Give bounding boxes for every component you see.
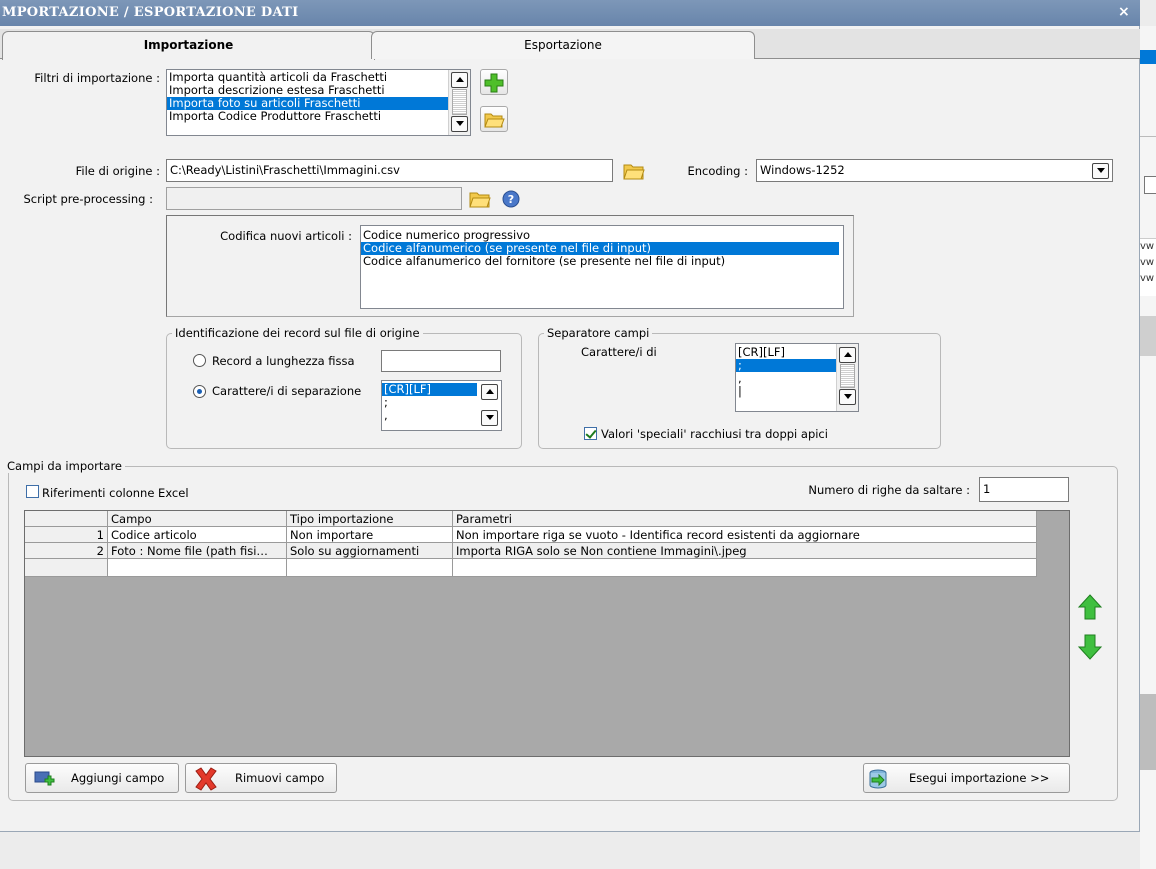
folder-icon — [484, 113, 505, 128]
arrow-up-icon — [1077, 594, 1103, 620]
row-number: 2 — [25, 543, 108, 559]
excel-columns-checkbox[interactable] — [26, 485, 39, 498]
add-filter-button[interactable] — [480, 69, 508, 95]
tab-strip: Importazione Esportazione — [0, 29, 1140, 60]
encoding-value: Windows-1252 — [760, 163, 845, 177]
record-id-legend: Identificazione dei record sul file di o… — [172, 326, 423, 340]
coding-item[interactable]: Codice alfanumerico del fornitore (se pr… — [361, 255, 843, 268]
separator-item-selected[interactable]: [CR][LF] — [382, 383, 477, 396]
row-number — [25, 559, 108, 577]
title-bar: MPORTAZIONE / ESPORTAZIONE DATI × — [0, 0, 1140, 26]
grid-cell-campo[interactable]: Codice articolo — [108, 527, 287, 543]
tab-esportazione[interactable]: Esportazione — [371, 31, 755, 59]
source-file-label: File di origine : — [75, 164, 160, 178]
separator-radio[interactable] — [193, 385, 206, 398]
filters-label: Filtri di importazione : — [34, 71, 160, 85]
filters-scrollbar[interactable] — [448, 70, 470, 135]
row-number: 1 — [25, 527, 108, 543]
field-separator-legend: Separatore campi — [544, 326, 653, 340]
import-icon — [869, 769, 887, 789]
fixed-length-radio[interactable] — [193, 354, 206, 367]
add-field-icon — [34, 771, 55, 786]
fixed-length-label: Record a lunghezza fissa — [212, 354, 355, 368]
coding-panel: Codifica nuovi articoli : Codice numeric… — [166, 215, 854, 317]
browse-script-button[interactable] — [467, 186, 493, 211]
scroll-down-icon[interactable] — [451, 116, 468, 132]
field-sep-item[interactable]: | — [736, 385, 836, 398]
record-separator-list[interactable]: [CR][LF] ; , — [381, 380, 502, 431]
separator-item[interactable]: , — [382, 409, 477, 422]
svg-text:?: ? — [508, 193, 514, 206]
fields-legend: Campi da importare — [3, 459, 125, 473]
quotes-checkbox[interactable] — [584, 427, 597, 440]
record-separator-scrollbar[interactable] — [479, 381, 501, 430]
field-sep-item-selected[interactable]: ; — [736, 359, 836, 372]
grid-cell-tipo[interactable]: Non importare — [287, 527, 453, 543]
coding-label: Codifica nuovi articoli : — [220, 229, 352, 243]
remove-field-label: Rimuovi campo — [235, 771, 325, 785]
script-label: Script pre-processing : — [23, 192, 153, 206]
skip-rows-label: Numero di righe da saltare : — [808, 483, 970, 497]
scroll-down-icon[interactable] — [481, 410, 498, 426]
plus-icon — [484, 73, 504, 93]
fields-grid[interactable]: Campo Tipo importazione Parametri 1 Codi… — [24, 510, 1070, 757]
source-file-input[interactable]: C:\Ready\Listini\Fraschetti\Immagini.csv — [166, 159, 613, 182]
filter-item[interactable]: Importa Codice Produttore Fraschetti — [167, 110, 448, 123]
grid-cell-tipo[interactable]: Solo su aggiornamenti — [287, 543, 453, 559]
separator-label: Carattere/i di separazione — [212, 384, 362, 398]
window-title: MPORTAZIONE / ESPORTAZIONE DATI — [2, 5, 299, 20]
field-separator-label: Carattere/i di — [581, 345, 657, 359]
grid-cell-parametri[interactable]: Non importare riga se vuoto - Identifica… — [453, 527, 1037, 543]
quotes-label: Valori 'speciali' racchiusi tra doppi ap… — [601, 427, 828, 441]
field-separator-list[interactable]: [CR][LF] ; , | — [735, 343, 859, 412]
scroll-down-icon[interactable] — [839, 389, 856, 405]
background-selection — [1140, 50, 1156, 64]
grid-cell-empty[interactable] — [108, 559, 287, 577]
column-header-parametri[interactable]: Parametri — [453, 511, 1037, 527]
remove-icon — [195, 767, 217, 791]
grid-corner — [25, 511, 108, 527]
move-up-button[interactable] — [1076, 592, 1104, 622]
field-sep-item[interactable]: [CR][LF] — [736, 346, 836, 359]
field-sep-item[interactable]: , — [736, 372, 836, 385]
grid-cell-parametri[interactable]: Importa RIGA solo se Non contiene Immagi… — [453, 543, 1037, 559]
scroll-up-icon[interactable] — [839, 347, 856, 363]
field-separator-scrollbar[interactable] — [836, 344, 858, 411]
arrow-down-icon — [1077, 634, 1103, 660]
help-icon: ? — [502, 190, 520, 208]
script-input[interactable] — [166, 187, 462, 210]
column-header-campo[interactable]: Campo — [108, 511, 287, 527]
help-button[interactable]: ? — [500, 188, 522, 210]
skip-rows-input[interactable]: 1 — [979, 477, 1069, 502]
encoding-label: Encoding : — [687, 164, 748, 178]
separator-item[interactable]: ; — [382, 396, 477, 409]
run-import-button[interactable]: Esegui importazione >> — [863, 763, 1070, 793]
coding-list[interactable]: Codice numerico progressivo Codice alfan… — [360, 225, 844, 309]
grid-cell-campo[interactable]: Foto : Nome file (path fisi… — [108, 543, 287, 559]
close-icon[interactable]: × — [1118, 0, 1130, 24]
scroll-up-icon[interactable] — [451, 72, 468, 88]
grid-cell-empty[interactable] — [287, 559, 453, 577]
grid-cell-empty[interactable] — [453, 559, 1037, 577]
excel-columns-label: Riferimenti colonne Excel — [42, 486, 189, 500]
scroll-thumb[interactable] — [452, 89, 467, 115]
column-header-tipo[interactable]: Tipo importazione — [287, 511, 453, 527]
move-down-button[interactable] — [1076, 632, 1104, 662]
open-filter-button[interactable] — [480, 106, 508, 132]
add-field-label: Aggiungi campo — [71, 771, 165, 785]
folder-icon — [469, 192, 491, 208]
tab-importazione[interactable]: Importazione — [2, 31, 375, 60]
add-field-button[interactable]: Aggiungi campo — [25, 763, 179, 793]
chevron-down-icon[interactable] — [1092, 163, 1109, 179]
scroll-up-icon[interactable] — [481, 384, 498, 400]
filters-list[interactable]: Importa quantità articoli da Fraschetti … — [166, 69, 471, 136]
encoding-select[interactable]: Windows-1252 — [756, 159, 1113, 182]
remove-field-button[interactable]: Rimuovi campo — [185, 763, 337, 793]
dialog-window: MPORTAZIONE / ESPORTAZIONE DATI × Import… — [0, 0, 1140, 832]
fixed-length-input[interactable] — [381, 350, 501, 372]
run-import-label: Esegui importazione >> — [909, 771, 1050, 785]
background-app-edge: vw vw vw — [1140, 26, 1156, 869]
scroll-thumb[interactable] — [840, 364, 855, 388]
